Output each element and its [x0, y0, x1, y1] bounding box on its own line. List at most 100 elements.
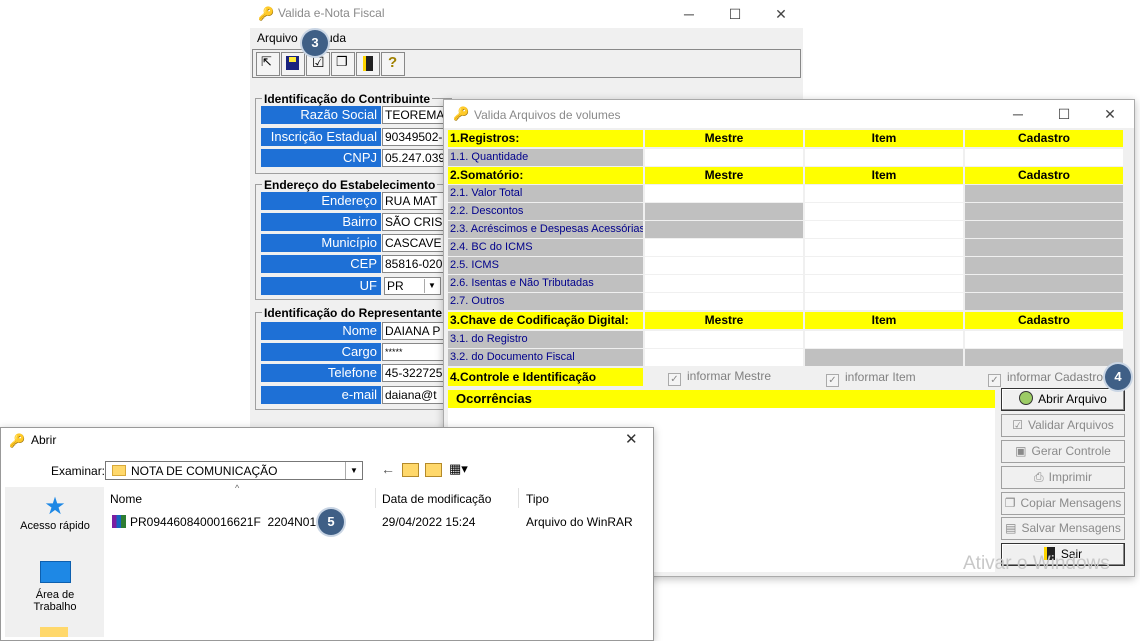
chevron-down-icon[interactable]: ▼ — [345, 462, 362, 479]
file-row[interactable]: PR0944608400016621F 2204N01M 29/04/2022 … — [110, 513, 635, 531]
representante-title: Identificação do Representante — [262, 306, 445, 320]
email-field[interactable]: daiana@t — [382, 386, 452, 404]
menu-ajuda[interactable]: uda — [326, 31, 346, 45]
isentas-cadastro — [965, 275, 1123, 292]
descontos-mestre — [645, 203, 803, 220]
valor-total-item — [805, 185, 963, 202]
isentas-item — [805, 275, 963, 292]
folder-icon[interactable] — [40, 627, 68, 637]
place-desktop[interactable]: Área de Trabalho — [10, 561, 100, 621]
new-folder-icon[interactable] — [425, 463, 442, 477]
informar-mestre-checkbox[interactable]: ✓ informar Mestre — [668, 369, 771, 386]
municipio-label: Município — [261, 234, 381, 252]
menu-arquivo[interactable]: Arquivo — [257, 31, 298, 45]
col-cadastro-1: Cadastro — [965, 130, 1123, 147]
check-icon: ☑ — [1012, 418, 1023, 432]
minimize-button[interactable]: ─ — [995, 100, 1041, 128]
cep-field[interactable]: 85816-020 — [382, 255, 452, 273]
endereco-field[interactable]: RUA MAT — [382, 192, 452, 210]
maximize-button[interactable]: ☐ — [1041, 100, 1087, 128]
salvar-mensagens-label: Salvar Mensagens — [1021, 521, 1121, 535]
minimize-button[interactable]: ─ — [666, 0, 712, 28]
outros-mestre — [645, 293, 803, 310]
informar-item-checkbox[interactable]: ✓ informar Item — [826, 370, 916, 387]
cnpj-field[interactable]: 05.247.039 — [382, 149, 452, 167]
copiar-mensagens-button[interactable]: ❐ Copiar Mensagens — [1001, 492, 1125, 515]
col-mestre-1: Mestre — [645, 130, 803, 147]
row-quantidade-label: 1.1. Quantidade — [448, 149, 643, 166]
printer-icon: ⎙ — [1034, 470, 1044, 484]
col-item-1: Item — [805, 130, 963, 147]
file-date: 29/04/2022 15:24 — [382, 515, 476, 529]
save-button[interactable] — [281, 52, 305, 76]
abrir-arquivo-button[interactable]: Abrir Arquivo — [1001, 388, 1125, 411]
quick-access-label: Acesso rápido — [20, 520, 90, 532]
main-window-title: Valida e-Nota Fiscal — [278, 6, 385, 20]
close-button[interactable]: ✕ — [625, 430, 638, 448]
validar-arquivos-button[interactable]: ☑ Validar Arquivos — [1001, 414, 1125, 437]
telefone-field[interactable]: 45-322725 — [382, 364, 452, 382]
cep-label: CEP — [261, 255, 381, 273]
informar-item-label: informar Item — [845, 370, 916, 384]
folder-icon — [112, 465, 126, 476]
quantidade-item — [805, 149, 963, 166]
imprimir-mensagens-button[interactable]: ⎙Imprimir Mensagens — [1001, 466, 1125, 505]
uf-select[interactable]: PR ▼ — [384, 277, 441, 295]
col-item-2: Item — [805, 167, 963, 184]
informar-cadastro-checkbox[interactable]: ✓ informar Cadastro — [988, 370, 1103, 387]
nome-field[interactable]: DAIANA P — [382, 322, 452, 340]
salvar-mensagens-button[interactable]: ▤ Salvar Mensagens — [1001, 517, 1125, 540]
maximize-button[interactable]: ☐ — [712, 0, 758, 28]
look-in-value: NOTA DE COMUNICAÇÃO — [131, 464, 278, 478]
gerar-controle-button[interactable]: ▣ Gerar Controle — [1001, 440, 1125, 463]
isentas-mestre — [645, 275, 803, 292]
municipio-field[interactable]: CASCAVE — [382, 234, 452, 252]
back-icon[interactable]: ← — [381, 461, 395, 477]
activate-windows-watermark: Ativar o Windows — [963, 553, 1110, 574]
look-in-select[interactable]: NOTA DE COMUNICAÇÃO ▼ — [105, 461, 363, 480]
email-label: e-mail — [261, 386, 381, 404]
row-documento-fiscal-label: 3.2. do Documento Fiscal — [448, 349, 643, 366]
copy-pages-button[interactable]: ❐ — [331, 52, 355, 76]
cargo-field[interactable]: ***** — [382, 343, 452, 361]
step-badge-4: 4 — [1105, 364, 1131, 390]
registros-section-title: 1.Registros: — [448, 130, 643, 147]
step-badge-5: 5 — [318, 509, 344, 535]
row-descontos-label: 2.2. Descontos — [448, 203, 643, 220]
descontos-cadastro — [965, 203, 1123, 220]
informar-mestre-label: informar Mestre — [687, 369, 772, 383]
ocorrencias-title: Ocorrências — [456, 391, 532, 406]
up-folder-icon[interactable] — [402, 463, 419, 477]
close-button[interactable]: ✕ — [1087, 100, 1133, 128]
file-name: PR0944608400016621F 2204N01M — [130, 515, 327, 529]
close-button[interactable]: ✕ — [758, 0, 804, 28]
column-tipo[interactable]: Tipo — [526, 492, 549, 506]
documento-fiscal-mestre — [645, 349, 803, 366]
place-quick-access[interactable]: ★ Acesso rápido — [10, 494, 100, 542]
open-dialog-title: Abrir — [31, 433, 57, 447]
telefone-label: Telefone — [261, 364, 381, 382]
checkbox-icon: ✓ — [668, 373, 681, 386]
desktop-label: Área de Trabalho — [33, 589, 77, 613]
export-button[interactable]: ⇱ — [256, 52, 280, 76]
main-titlebar: 🔑 Valida e-Nota Fiscal ─ ☐ ✕ — [250, 0, 803, 28]
endereco-label: Endereço — [261, 192, 381, 210]
row-outros-label: 2.7. Outros — [448, 293, 643, 310]
cargo-label: Cargo — [261, 343, 381, 361]
column-nome[interactable]: Nome — [110, 492, 142, 506]
copy-pages-icon: ❐ — [336, 54, 348, 69]
razao-social-field[interactable]: TEOREMA — [382, 106, 452, 124]
nome-label: Nome — [261, 322, 381, 340]
chevron-down-icon[interactable]: ▼ — [424, 279, 439, 293]
uf-label: UF — [261, 277, 381, 295]
column-data[interactable]: Data de modificação — [382, 492, 491, 506]
exit-button[interactable] — [356, 52, 380, 76]
col-mestre-2: Mestre — [645, 167, 803, 184]
uf-value: PR — [387, 279, 404, 293]
inscricao-estadual-field[interactable]: 90349502- — [382, 128, 452, 146]
file-list — [105, 487, 639, 637]
row-valor-total-label: 2.1. Valor Total — [448, 185, 643, 202]
bairro-field[interactable]: SÃO CRIS — [382, 213, 452, 231]
help-button[interactable]: ? — [381, 52, 405, 76]
view-menu-icon[interactable]: ▦▾ — [449, 461, 468, 477]
